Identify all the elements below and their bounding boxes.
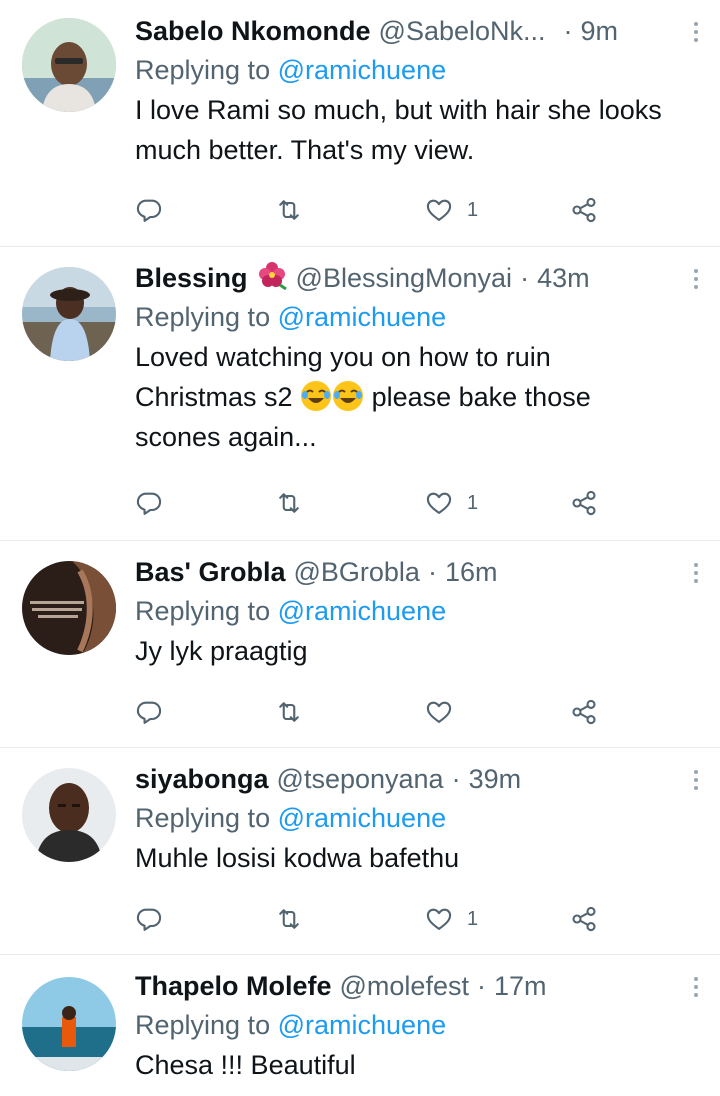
user-handle[interactable]: @BGrobla: [293, 553, 419, 591]
replying-prefix: Replying to: [135, 803, 271, 833]
reply-button[interactable]: [135, 483, 163, 523]
user-handle[interactable]: @molefest: [340, 967, 469, 1005]
tweet-text: Loved watching you on how to ruin Christ…: [135, 337, 675, 457]
avatar[interactable]: [22, 977, 116, 1071]
share-icon: [570, 698, 598, 726]
reply-icon: [135, 905, 163, 933]
separator-dot: ·: [476, 971, 486, 1001]
replying-to: Replying to @ramichuene: [135, 297, 700, 337]
user-handle[interactable]: @BlessingMonyai: [296, 259, 513, 297]
like-icon: [425, 905, 453, 933]
retweet-button[interactable]: [275, 899, 303, 939]
replying-prefix: Replying to: [135, 596, 271, 626]
retweet-icon: [275, 905, 303, 933]
share-button[interactable]: [570, 692, 598, 732]
avatar[interactable]: [22, 768, 116, 862]
timestamp[interactable]: 16m: [445, 553, 498, 591]
retweet-button[interactable]: [275, 190, 303, 230]
mention-link[interactable]: @ramichuene: [278, 596, 447, 626]
display-name[interactable]: Bas' Grobla: [135, 553, 285, 591]
mention-link[interactable]: @ramichuene: [278, 55, 447, 85]
reply-button[interactable]: [135, 692, 163, 732]
tweet-text: Chesa !!! Beautiful: [135, 1050, 356, 1080]
tweet-actions: 1: [135, 483, 600, 523]
tweet-text: Jy lyk praagtig: [135, 636, 308, 666]
reply-icon: [135, 196, 163, 224]
more-icon[interactable]: [692, 977, 700, 999]
retweet-icon: [275, 698, 303, 726]
like-button[interactable]: [425, 692, 453, 732]
timestamp[interactable]: 43m: [537, 259, 590, 297]
tweet-actions: 1: [135, 190, 600, 230]
avatar[interactable]: [22, 18, 116, 112]
replying-prefix: Replying to: [135, 55, 271, 85]
separator-dot: ·: [451, 764, 461, 794]
replying-to: Replying to @ramichuene: [135, 1005, 700, 1045]
mention-link[interactable]: @ramichuene: [278, 1010, 447, 1040]
replying-to: Replying to @ramichuene: [135, 591, 700, 631]
tweet[interactable]: Thapelo Molefe @molefest · 17m Replying …: [0, 955, 720, 1096]
reply-button[interactable]: [135, 899, 163, 939]
retweet-icon: [275, 196, 303, 224]
avatar[interactable]: [22, 267, 116, 361]
user-handle[interactable]: @tseponyana: [277, 760, 444, 798]
tweet[interactable]: Blessing @BlessingMonyai · 43m Replying …: [0, 247, 720, 541]
replying-to: Replying to @ramichuene: [135, 50, 700, 90]
share-icon: [570, 196, 598, 224]
avatar[interactable]: [22, 561, 116, 655]
reply-icon: [135, 489, 163, 517]
share-icon: [570, 489, 598, 517]
tweet[interactable]: siyabonga @tseponyana · 39m Replying to …: [0, 748, 720, 955]
tweet-actions: [135, 692, 600, 732]
like-button[interactable]: 1: [425, 483, 478, 523]
display-name[interactable]: Blessing: [135, 259, 248, 297]
retweet-icon: [275, 489, 303, 517]
share-button[interactable]: [570, 899, 598, 939]
replying-to: Replying to @ramichuene: [135, 798, 700, 838]
separator-dot: ·: [427, 557, 437, 587]
tweet-text: Muhle losisi kodwa bafethu: [135, 843, 460, 873]
like-icon: [425, 489, 453, 517]
retweet-button[interactable]: [275, 692, 303, 732]
flower-emoji: [256, 259, 288, 297]
mention-link[interactable]: @ramichuene: [278, 302, 447, 332]
display-name[interactable]: Thapelo Molefe: [135, 967, 332, 1005]
reply-icon: [135, 698, 163, 726]
like-button[interactable]: 1: [425, 899, 478, 939]
like-count: 1: [467, 907, 479, 930]
like-icon: [425, 196, 453, 224]
share-button[interactable]: [570, 483, 598, 523]
like-count: 1: [467, 198, 479, 221]
separator-dot: ·: [563, 16, 573, 46]
tweet-actions: 1: [135, 899, 600, 939]
replying-prefix: Replying to: [135, 1010, 271, 1040]
more-icon[interactable]: [692, 770, 700, 792]
laughing-emoji: [300, 381, 372, 412]
more-icon[interactable]: [692, 563, 700, 585]
timestamp[interactable]: 9m: [581, 12, 619, 50]
tweet[interactable]: Bas' Grobla @BGrobla · 16m Replying to @…: [0, 541, 720, 748]
tweet[interactable]: Sabelo Nkomonde @SabeloNk... · 9m Replyi…: [0, 0, 720, 247]
tweet-text: I love Rami so much, but with hair she l…: [135, 95, 662, 165]
like-count: 1: [467, 491, 479, 514]
mention-link[interactable]: @ramichuene: [278, 803, 447, 833]
reply-button[interactable]: [135, 190, 163, 230]
display-name[interactable]: siyabonga: [135, 760, 269, 798]
replying-prefix: Replying to: [135, 302, 271, 332]
like-icon: [425, 698, 453, 726]
share-icon: [570, 905, 598, 933]
timestamp[interactable]: 39m: [469, 760, 522, 798]
share-button[interactable]: [570, 190, 598, 230]
timestamp[interactable]: 17m: [494, 967, 547, 1005]
like-button[interactable]: 1: [425, 190, 478, 230]
separator-dot: ·: [520, 263, 530, 293]
display-name[interactable]: Sabelo Nkomonde: [135, 12, 371, 50]
more-icon[interactable]: [692, 269, 700, 291]
retweet-button[interactable]: [275, 483, 303, 523]
more-icon[interactable]: [692, 22, 700, 44]
user-handle[interactable]: @SabeloNk...: [379, 12, 546, 50]
